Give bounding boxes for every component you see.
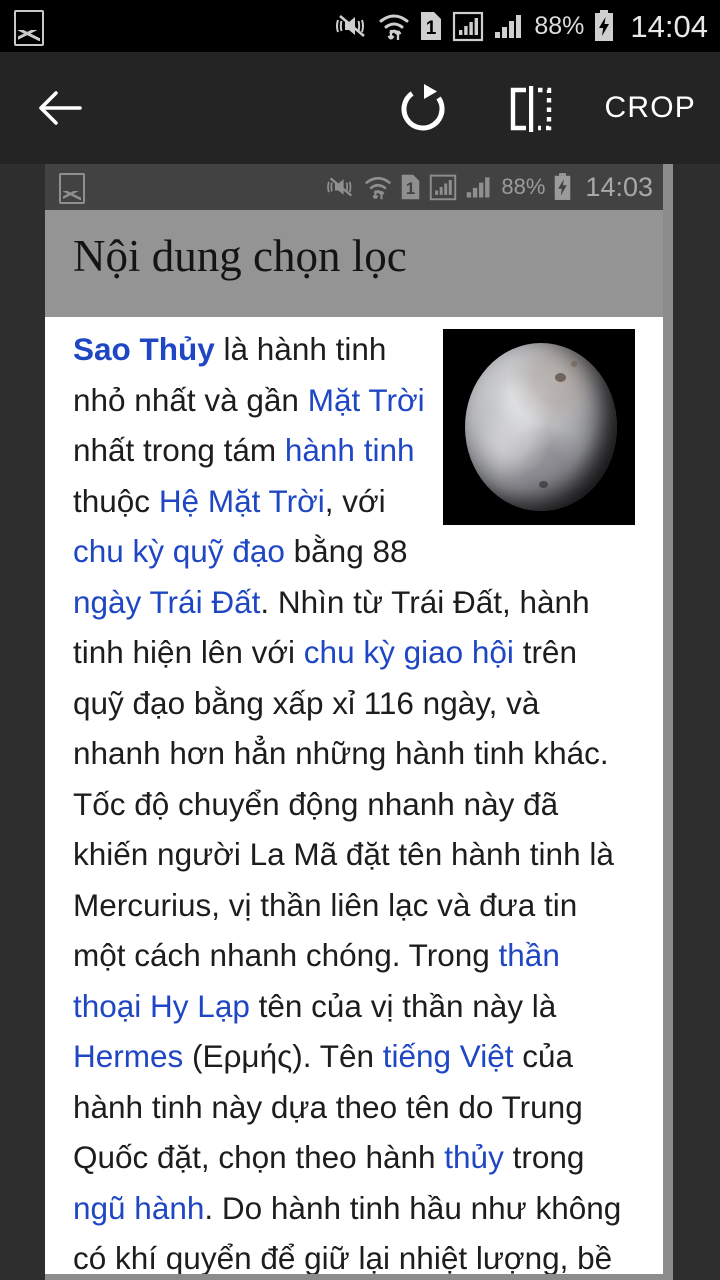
crop-canvas[interactable]: 1 88% 14:03 Nội dung chọn lọc Sao Thủy l… (0, 164, 720, 1280)
mercury-planet-image (443, 329, 635, 525)
article-link[interactable]: chu kỳ quỹ đạo (73, 533, 285, 569)
article-link[interactable]: thủy (444, 1139, 504, 1175)
article-link[interactable]: tiếng Việt (383, 1038, 514, 1074)
page-title: Nội dung chọn lọc (73, 231, 407, 281)
article-text-run: tên của vị thần này là (249, 987, 557, 1024)
article-link[interactable]: ngũ hành (73, 1190, 204, 1226)
article-link[interactable]: Mặt Trời (308, 382, 425, 418)
signal-boxed-icon (430, 174, 457, 201)
back-arrow-icon (39, 91, 82, 125)
article-body: Sao Thủy là hành tinh nhỏ nhất và gần Mặ… (45, 317, 663, 1274)
gallery-image-icon (14, 10, 44, 46)
wifi-icon (365, 176, 392, 200)
wifi-icon (379, 14, 409, 40)
flip-horizontal-icon (510, 86, 552, 132)
editor-toolbar: CROP (0, 52, 720, 164)
clock-label: 14:04 (630, 8, 708, 44)
article-link[interactable]: hành tinh (285, 432, 415, 468)
signal-bars-icon (495, 15, 522, 38)
signal-bars-icon (467, 177, 490, 198)
article-link[interactable]: ngày Trái Đất (73, 584, 260, 620)
flip-horizontal-button[interactable] (504, 82, 558, 136)
vibrate-mute-icon (327, 177, 353, 197)
article-paragraph: Sao Thủy là hành tinh nhỏ nhất và gần Mặ… (73, 324, 635, 1274)
sim-number-label: 1 (426, 18, 437, 39)
signal-boxed-icon (453, 11, 484, 42)
article-link[interactable]: Hermes (73, 1038, 183, 1074)
battery-charging-icon (595, 10, 614, 41)
article-text-run: bằng 88 (284, 533, 408, 569)
article-text-run: (Ερμής). Tên (183, 1038, 383, 1074)
sim-1-icon: 1 (402, 174, 420, 200)
crop-editor-screen: 1 88% 14:04 CROP 1 88% 14:03 Nội dung ch… (0, 0, 720, 1280)
vibrate-mute-icon (336, 15, 366, 37)
cropped-screenshot-image[interactable]: 1 88% 14:03 Nội dung chọn lọc Sao Thủy l… (45, 164, 663, 1274)
article-link[interactable]: Hệ Mặt Trời (159, 483, 325, 519)
clock-label: 14:03 (585, 171, 653, 202)
page-header-bar: Nội dung chọn lọc (45, 210, 663, 317)
article-text-run: thuộc (73, 482, 159, 519)
battery-percent-label: 88% (501, 174, 546, 199)
rotate-right-icon (401, 84, 445, 131)
gallery-image-icon (59, 173, 85, 204)
sim-1-icon: 1 (421, 12, 442, 40)
back-button[interactable] (32, 80, 88, 136)
crop-button[interactable]: CROP (605, 52, 696, 164)
sim-number-label: 1 (406, 179, 415, 198)
article-text-run: nhất trong tám (73, 432, 285, 468)
crop-overlay-bottom-edge (45, 1274, 673, 1280)
battery-charging-icon (555, 173, 571, 200)
article-text-run: , với (324, 482, 386, 519)
rotate-right-button[interactable] (396, 82, 450, 136)
system-status-bar: 1 88% 14:04 (0, 0, 720, 52)
article-link-bold[interactable]: Sao Thủy (73, 331, 215, 367)
article-text-run: trên quỹ đạo bằng xấp xỉ 116 ngày, và nh… (73, 634, 614, 973)
article-text-run: trong (503, 1139, 585, 1175)
battery-percent-label: 88% (534, 11, 585, 40)
screenshot-status-bar: 1 88% 14:03 (45, 164, 663, 210)
article-link[interactable]: chu kỳ giao hội (304, 634, 514, 670)
